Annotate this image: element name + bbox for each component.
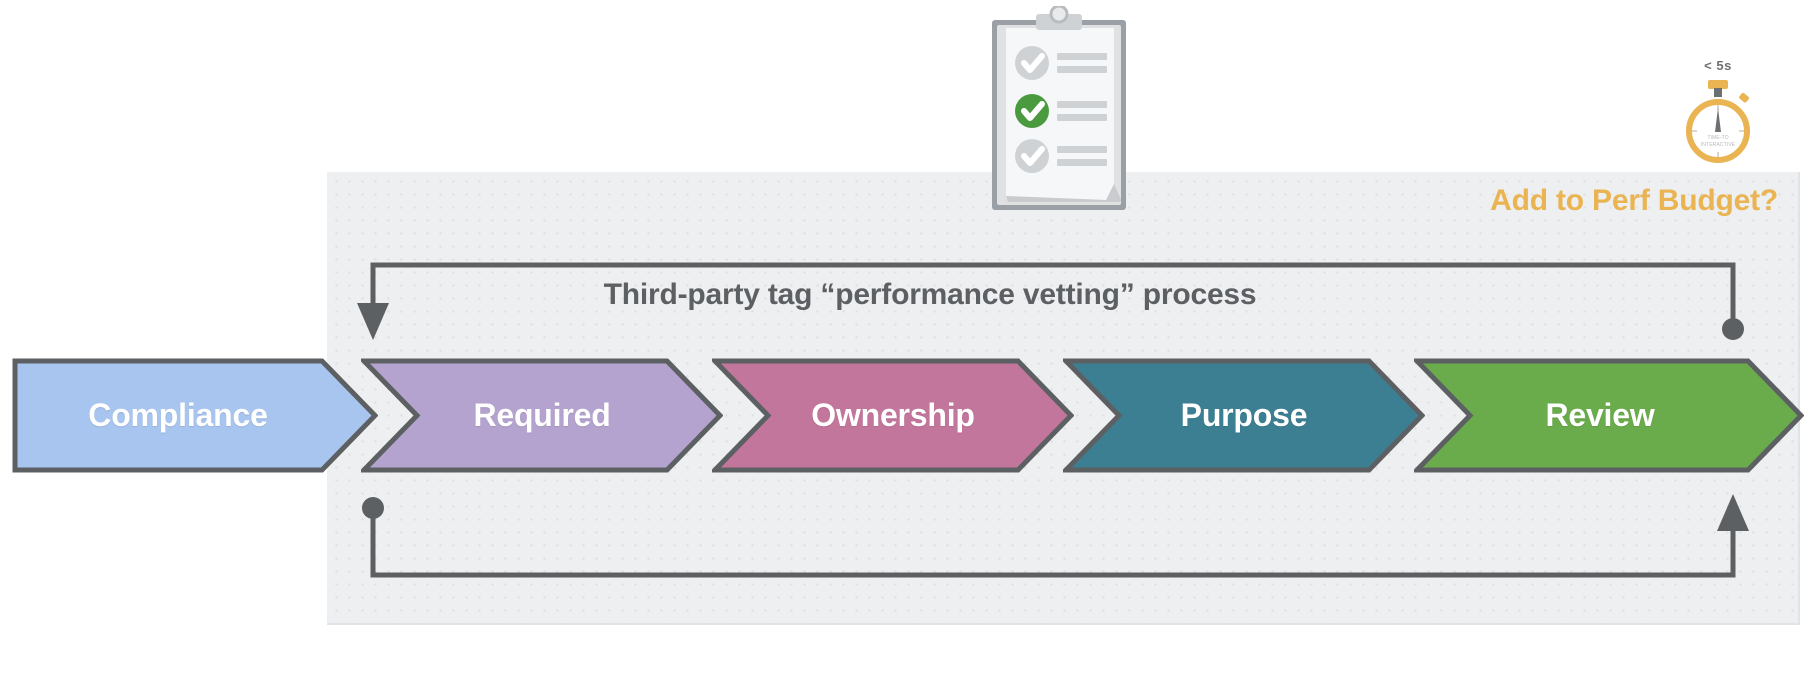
stage-compliance-label: Compliance — [88, 397, 268, 433]
page-title: Third-party tag “performance vetting” pr… — [603, 278, 1257, 311]
stage-review[interactable]: Review — [1414, 358, 1804, 473]
stopwatch-glyph: TIME-TO INTERACTIVE — [1686, 80, 1750, 163]
stage-required[interactable]: Required — [361, 358, 723, 473]
process-stage-row: Compliance Required Ownership Purpose Re… — [0, 358, 1810, 473]
stage-required-label: Required — [473, 397, 611, 433]
diagram-canvas: Add to Perf Budget? Third-party tag “per… — [0, 0, 1810, 690]
stopwatch-dial-line-1: TIME-TO — [1707, 135, 1728, 141]
stopwatch-icon: < 5s TIME-TO INTERACTIVE — [1668, 58, 1768, 168]
stage-review-label: Review — [1545, 397, 1655, 433]
stopwatch-dial-line-2: INTERACTIVE — [1701, 142, 1736, 148]
stage-purpose-label: Purpose — [1180, 397, 1308, 433]
clipboard-icon — [992, 6, 1126, 210]
stage-purpose[interactable]: Purpose — [1063, 358, 1425, 473]
add-to-perf-budget-label: Add to Perf Budget? — [1490, 184, 1778, 217]
stage-ownership-label: Ownership — [811, 397, 975, 433]
stage-compliance[interactable]: Compliance — [12, 358, 378, 473]
stage-ownership[interactable]: Ownership — [712, 358, 1074, 473]
